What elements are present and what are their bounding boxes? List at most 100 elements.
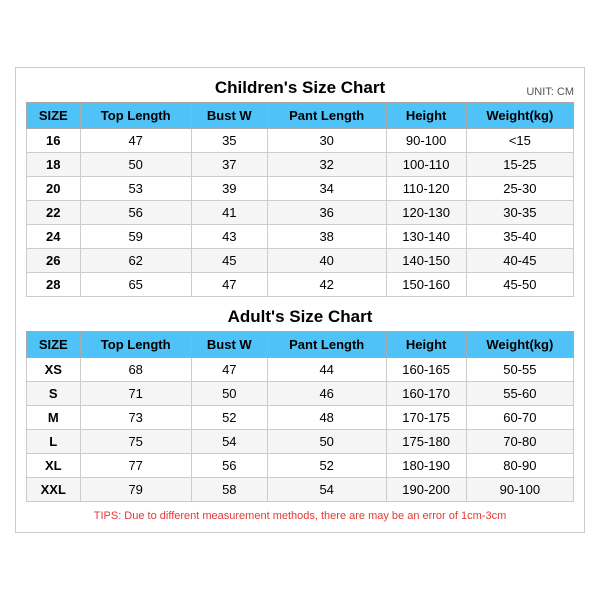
unit-label: UNIT: CM: [526, 86, 574, 98]
table-cell: 62: [80, 249, 191, 273]
table-cell: 77: [80, 454, 191, 478]
table-cell: 90-100: [386, 129, 466, 153]
table-cell: 56: [80, 201, 191, 225]
table-cell: 40: [267, 249, 386, 273]
table-cell: 71: [80, 382, 191, 406]
table-cell: 68: [80, 358, 191, 382]
table-cell: 54: [267, 478, 386, 502]
table-cell: 36: [267, 201, 386, 225]
col-header-bust-w: Bust W: [191, 103, 267, 129]
table-cell: 34: [267, 177, 386, 201]
adult-col-header-top-length: Top Length: [80, 332, 191, 358]
col-header-weight: Weight(kg): [466, 103, 573, 129]
table-cell: 30: [267, 129, 386, 153]
table-cell: 35: [191, 129, 267, 153]
adult-col-header-bust-w: Bust W: [191, 332, 267, 358]
adult-title: Adult's Size Chart: [228, 307, 373, 327]
children-table: SIZE Top Length Bust W Pant Length Heigh…: [26, 102, 574, 297]
table-cell: 43: [191, 225, 267, 249]
table-cell: 37: [191, 153, 267, 177]
table-cell: 39: [191, 177, 267, 201]
table-cell: 45: [191, 249, 267, 273]
table-cell: 50: [267, 430, 386, 454]
table-cell: 110-120: [386, 177, 466, 201]
col-header-top-length: Top Length: [80, 103, 191, 129]
table-cell: 45-50: [466, 273, 573, 297]
table-cell: 54: [191, 430, 267, 454]
table-cell: 150-160: [386, 273, 466, 297]
table-cell: XXL: [27, 478, 81, 502]
table-cell: 140-150: [386, 249, 466, 273]
table-cell: 52: [191, 406, 267, 430]
table-row: 20533934110-12025-30: [27, 177, 574, 201]
table-cell: 73: [80, 406, 191, 430]
table-cell: 22: [27, 201, 81, 225]
table-row: S715046160-17055-60: [27, 382, 574, 406]
table-cell: 41: [191, 201, 267, 225]
table-cell: 48: [267, 406, 386, 430]
table-cell: 160-170: [386, 382, 466, 406]
table-cell: 175-180: [386, 430, 466, 454]
table-cell: 47: [191, 358, 267, 382]
children-title: Children's Size Chart: [215, 78, 385, 98]
table-row: 1647353090-100<15: [27, 129, 574, 153]
tips-text: TIPS: Due to different measurement metho…: [26, 510, 574, 522]
table-cell: 28: [27, 273, 81, 297]
table-cell: 55-60: [466, 382, 573, 406]
table-cell: 25-30: [466, 177, 573, 201]
chart-container: Children's Size Chart UNIT: CM SIZE Top …: [15, 67, 585, 533]
table-cell: 18: [27, 153, 81, 177]
table-row: 26624540140-15040-45: [27, 249, 574, 273]
adult-table: SIZE Top Length Bust W Pant Length Heigh…: [26, 331, 574, 502]
table-cell: 79: [80, 478, 191, 502]
table-row: M735248170-17560-70: [27, 406, 574, 430]
table-cell: 80-90: [466, 454, 573, 478]
table-cell: 170-175: [386, 406, 466, 430]
table-cell: <15: [466, 129, 573, 153]
table-cell: L: [27, 430, 81, 454]
table-cell: 65: [80, 273, 191, 297]
table-cell: M: [27, 406, 81, 430]
col-header-pant-length: Pant Length: [267, 103, 386, 129]
table-cell: 16: [27, 129, 81, 153]
table-cell: 42: [267, 273, 386, 297]
table-row: 28654742150-16045-50: [27, 273, 574, 297]
table-cell: 15-25: [466, 153, 573, 177]
table-cell: S: [27, 382, 81, 406]
table-cell: 44: [267, 358, 386, 382]
table-cell: 75: [80, 430, 191, 454]
table-row: 22564136120-13030-35: [27, 201, 574, 225]
table-row: XL775652180-19080-90: [27, 454, 574, 478]
table-cell: XL: [27, 454, 81, 478]
table-cell: 90-100: [466, 478, 573, 502]
children-title-row: Children's Size Chart UNIT: CM: [26, 78, 574, 98]
table-cell: 190-200: [386, 478, 466, 502]
table-cell: 53: [80, 177, 191, 201]
table-cell: 50-55: [466, 358, 573, 382]
table-row: XS684744160-16550-55: [27, 358, 574, 382]
table-cell: 46: [267, 382, 386, 406]
table-cell: 59: [80, 225, 191, 249]
table-cell: 30-35: [466, 201, 573, 225]
table-cell: 20: [27, 177, 81, 201]
table-cell: 56: [191, 454, 267, 478]
table-cell: 160-165: [386, 358, 466, 382]
table-cell: 50: [191, 382, 267, 406]
table-cell: 180-190: [386, 454, 466, 478]
table-cell: 130-140: [386, 225, 466, 249]
table-cell: XS: [27, 358, 81, 382]
table-cell: 70-80: [466, 430, 573, 454]
table-cell: 35-40: [466, 225, 573, 249]
table-cell: 47: [191, 273, 267, 297]
table-row: 24594338130-14035-40: [27, 225, 574, 249]
adult-col-header-pant-length: Pant Length: [267, 332, 386, 358]
table-cell: 52: [267, 454, 386, 478]
table-row: L755450175-18070-80: [27, 430, 574, 454]
table-cell: 58: [191, 478, 267, 502]
adult-title-row: Adult's Size Chart: [26, 307, 574, 327]
table-cell: 26: [27, 249, 81, 273]
table-row: XXL795854190-20090-100: [27, 478, 574, 502]
table-cell: 50: [80, 153, 191, 177]
table-cell: 120-130: [386, 201, 466, 225]
adult-header-row: SIZE Top Length Bust W Pant Length Heigh…: [27, 332, 574, 358]
